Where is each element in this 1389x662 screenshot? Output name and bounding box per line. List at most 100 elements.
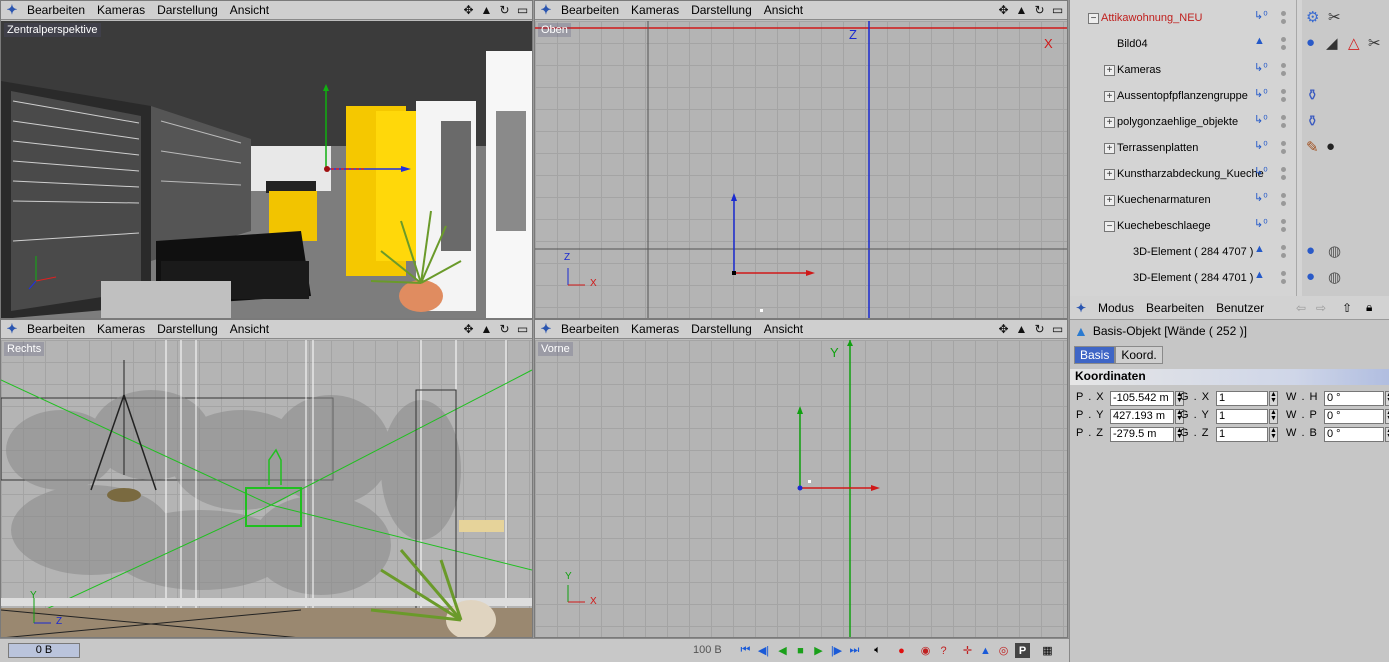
visibility-dots-icon[interactable] bbox=[1281, 193, 1287, 209]
object-name[interactable]: Kuechebeschlaege bbox=[1117, 220, 1211, 232]
zoom-view-icon[interactable]: ▲ bbox=[479, 2, 494, 17]
viewport-menu-icon[interactable]: ✦ bbox=[535, 1, 557, 20]
rotation-field[interactable]: 0 ° bbox=[1324, 390, 1384, 406]
back-arrow-icon[interactable]: ⇦ bbox=[1296, 301, 1306, 315]
object-row[interactable]: + Kunstharzabdeckung_Kueche ↳⁰ bbox=[1070, 162, 1389, 188]
menu-darstellung[interactable]: Darstellung bbox=[687, 322, 760, 336]
rotation-field[interactable]: 0 ° bbox=[1324, 408, 1384, 424]
expand-icon[interactable]: + bbox=[1104, 169, 1115, 180]
goto-start-icon[interactable]: ⏮ bbox=[738, 643, 753, 658]
spinner-arrows-icon[interactable]: ▲▼ bbox=[1269, 390, 1278, 406]
object-row[interactable]: − Attikawohnung_NEU ↳⁰ bbox=[1070, 6, 1389, 32]
next-key-icon[interactable]: |▶ bbox=[829, 643, 844, 658]
expand-icon[interactable]: + bbox=[1104, 117, 1115, 128]
prev-key-icon[interactable]: ◀| bbox=[756, 643, 771, 658]
object-name[interactable]: Terrassenplatten bbox=[1117, 142, 1198, 154]
menu-kameras[interactable]: Kameras bbox=[627, 3, 687, 17]
object-manager[interactable]: − Attikawohnung_NEU ↳⁰ Bild04 ▲ + Kameras ↳⁰ + Au… bbox=[1069, 0, 1389, 296]
object-row[interactable]: + Kuechenarmaturen ↳⁰ bbox=[1070, 188, 1389, 214]
sphere-tag-icon[interactable]: ● bbox=[1306, 34, 1315, 51]
brush-tag-icon[interactable]: ✎ bbox=[1306, 138, 1319, 156]
spinner-arrows-icon[interactable]: ▲▼ bbox=[1385, 426, 1389, 442]
visibility-dots-icon[interactable] bbox=[1281, 219, 1287, 235]
menu-ansicht[interactable]: Ansicht bbox=[760, 322, 811, 336]
spinner-arrows-icon[interactable]: ▲▼ bbox=[1269, 426, 1278, 442]
sphere-tag-icon[interactable]: ● bbox=[1306, 268, 1315, 285]
object-row[interactable]: 3D-Element ( 284 4701 ) ▲ bbox=[1070, 266, 1389, 292]
tab-basis[interactable]: Basis bbox=[1074, 346, 1116, 364]
warning-tag-icon[interactable]: △ bbox=[1348, 34, 1360, 52]
scale-field[interactable]: 1 bbox=[1216, 426, 1268, 442]
menu-ansicht[interactable]: Ansicht bbox=[226, 322, 277, 336]
object-row[interactable]: Bild04 ▲ bbox=[1070, 32, 1389, 58]
collapse-icon[interactable]: − bbox=[1104, 221, 1115, 232]
rotate-view-icon[interactable]: ↻ bbox=[1032, 2, 1047, 17]
visibility-dots-icon[interactable] bbox=[1281, 271, 1287, 287]
menu-kameras[interactable]: Kameras bbox=[627, 322, 687, 336]
menu-bearbeiten[interactable]: Bearbeiten bbox=[557, 322, 627, 336]
object-row[interactable]: + polygonzaehlige_objekte ↳⁰ bbox=[1070, 110, 1389, 136]
top-canvas[interactable]: X Z Z X Oben bbox=[535, 21, 1067, 318]
material-tag-icon[interactable]: ◍ bbox=[1328, 268, 1341, 286]
sphere-tag-icon[interactable]: ● bbox=[1306, 242, 1315, 259]
object-name[interactable]: Kameras bbox=[1117, 64, 1161, 76]
visibility-dots-icon[interactable] bbox=[1281, 11, 1287, 27]
spinner-arrows-icon[interactable]: ▲▼ bbox=[1269, 408, 1278, 424]
front-canvas[interactable]: Y Y X Vorne bbox=[535, 340, 1067, 637]
menu-darstellung[interactable]: Darstellung bbox=[687, 3, 760, 17]
zoom-view-icon[interactable]: ▲ bbox=[1014, 2, 1029, 17]
lock-icon[interactable]: 🔒︎ bbox=[1366, 300, 1372, 315]
stop-icon[interactable]: ■ bbox=[793, 643, 808, 658]
goto-end-icon[interactable]: ⏭ bbox=[847, 643, 862, 658]
menu-benutzer[interactable]: Benutzer bbox=[1210, 301, 1270, 315]
menu-kameras[interactable]: Kameras bbox=[93, 3, 153, 17]
visibility-dots-icon[interactable] bbox=[1281, 141, 1287, 157]
material-tag-icon[interactable]: ● bbox=[1326, 138, 1335, 155]
maximize-view-icon[interactable]: ▭ bbox=[515, 321, 530, 336]
rotate-view-icon[interactable]: ↻ bbox=[1032, 321, 1047, 336]
position-field[interactable]: 427.193 m bbox=[1110, 408, 1174, 424]
menu-darstellung[interactable]: Darstellung bbox=[153, 322, 226, 336]
visibility-dots-icon[interactable] bbox=[1281, 63, 1287, 79]
scale-key-icon[interactable]: ▲ bbox=[978, 643, 993, 658]
rotation-key-icon[interactable]: ◎ bbox=[996, 643, 1011, 658]
perspective-canvas[interactable]: Zentralperspektive bbox=[1, 21, 532, 318]
help-icon[interactable]: ? bbox=[936, 643, 951, 658]
pla-key-icon[interactable]: ▦ bbox=[1040, 643, 1055, 658]
visibility-dots-icon[interactable] bbox=[1281, 89, 1287, 105]
object-name[interactable]: Attikawohnung_NEU bbox=[1101, 12, 1203, 24]
viewport-top[interactable]: ✦ Bearbeiten Kameras Darstellung Ansicht… bbox=[534, 0, 1068, 319]
maximize-view-icon[interactable]: ▭ bbox=[1050, 2, 1065, 17]
object-name[interactable]: Kuechenarmaturen bbox=[1117, 194, 1211, 206]
spinner-arrows-icon[interactable]: ▲▼ bbox=[1385, 390, 1389, 406]
object-name[interactable]: 3D-Element ( 284 4707 ) bbox=[1133, 246, 1253, 258]
object-row[interactable]: + Aussentopfpflanzengruppe ↳⁰ bbox=[1070, 84, 1389, 110]
vase-tag-icon[interactable]: ⚱ bbox=[1306, 86, 1319, 104]
viewport-right[interactable]: ✦ Bearbeiten Kameras Darstellung Ansicht… bbox=[0, 319, 533, 638]
object-name[interactable]: Aussentopfpflanzengruppe bbox=[1117, 90, 1248, 102]
move-view-icon[interactable]: ✥ bbox=[996, 321, 1011, 336]
menu-bearbeiten[interactable]: Bearbeiten bbox=[1140, 301, 1210, 315]
object-name[interactable]: polygonzaehlige_objekte bbox=[1117, 116, 1238, 128]
menu-modus[interactable]: Modus bbox=[1092, 301, 1140, 315]
viewport-menu-icon[interactable]: ✦ bbox=[535, 320, 557, 339]
object-row[interactable]: 3D-Element ( 284 4707 ) ▲ bbox=[1070, 240, 1389, 266]
collapse-icon[interactable]: − bbox=[1088, 13, 1099, 24]
sound-icon[interactable]: 🔈︎ bbox=[870, 643, 885, 658]
visibility-dots-icon[interactable] bbox=[1281, 245, 1287, 261]
move-view-icon[interactable]: ✥ bbox=[461, 321, 476, 336]
right-canvas[interactable]: Y Z Rechts bbox=[1, 340, 532, 637]
object-row[interactable]: − Kuechebeschlaege ↳⁰ bbox=[1070, 214, 1389, 240]
visibility-dots-icon[interactable] bbox=[1281, 115, 1287, 131]
position-key-icon[interactable]: ✛ bbox=[960, 643, 975, 658]
expand-icon[interactable]: + bbox=[1104, 65, 1115, 76]
viewport-perspective[interactable]: ✦ Bearbeiten Kameras Darstellung Ansicht… bbox=[0, 0, 533, 319]
tools-tag-icon[interactable]: ✂ bbox=[1368, 34, 1381, 52]
rotate-view-icon[interactable]: ↻ bbox=[497, 2, 512, 17]
scale-field[interactable]: 1 bbox=[1216, 390, 1268, 406]
viewport-front[interactable]: ✦ Bearbeiten Kameras Darstellung Ansicht… bbox=[534, 319, 1068, 638]
parameter-key-icon[interactable]: P bbox=[1015, 643, 1030, 658]
menu-bearbeiten[interactable]: Bearbeiten bbox=[23, 322, 93, 336]
rotation-field[interactable]: 0 ° bbox=[1324, 426, 1384, 442]
maximize-view-icon[interactable]: ▭ bbox=[1050, 321, 1065, 336]
